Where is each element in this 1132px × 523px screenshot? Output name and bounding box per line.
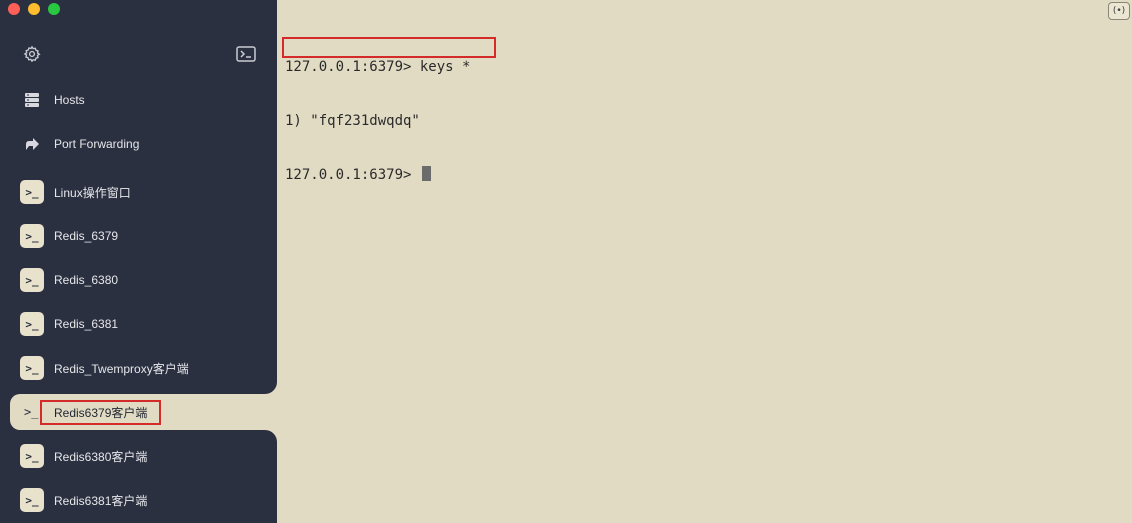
- zoom-window-button[interactable]: [48, 3, 60, 15]
- host-item-redis6381-client[interactable]: >_ Redis6381客户端: [0, 478, 277, 522]
- host-item-linux[interactable]: >_ Linux操作窗口: [0, 170, 277, 214]
- nav-label-hosts: Hosts: [54, 93, 85, 107]
- active-tab-notch-top: [257, 374, 277, 394]
- terminal-prompt-icon: >_: [20, 488, 44, 512]
- window-controls: [8, 3, 60, 15]
- host-label: Redis6381客户端: [54, 493, 148, 508]
- output-highlight-box: [282, 37, 496, 58]
- terminal-line: 127.0.0.1:6379> keys *: [285, 59, 471, 75]
- host-item-redis6380-client[interactable]: >_ Redis6380客户端: [0, 434, 277, 478]
- host-label: Redis_6379: [54, 229, 119, 243]
- terminal-prompt-icon: >_: [24, 405, 39, 419]
- sidebar: Hosts Port Forwarding >_ Linux操作窗口 >_ Re…: [0, 0, 277, 523]
- terminal-pane[interactable]: 127.0.0.1:6379> keys * 1) "fqf231dwqdq" …: [277, 0, 1132, 523]
- host-item-redis-twemproxy[interactable]: >_ Redis_Twemproxy客户端: [0, 346, 277, 390]
- terminal-prompt: 127.0.0.1:6379>: [285, 167, 420, 183]
- broadcast-icon[interactable]: (•): [1108, 2, 1130, 20]
- nav-item-hosts[interactable]: Hosts: [0, 80, 277, 120]
- app-window: Hosts Port Forwarding >_ Linux操作窗口 >_ Re…: [0, 0, 1132, 523]
- terminal-prompt-line: 127.0.0.1:6379>: [285, 166, 470, 184]
- terminal-prompt-icon: >_: [20, 356, 44, 380]
- close-window-button[interactable]: [8, 3, 20, 15]
- host-item-redis6379-client-active[interactable]: >_ Redis6379客户端: [10, 394, 277, 430]
- terminal-prompt-icon: >_: [20, 224, 44, 248]
- host-item-redis-6379[interactable]: >_ Redis_6379: [0, 214, 277, 258]
- terminal-prompt-icon: >_: [20, 312, 44, 336]
- host-label: Redis_Twemproxy客户端: [54, 361, 189, 376]
- active-host-label: Redis6379客户端: [40, 399, 162, 425]
- host-label: Linux操作窗口: [54, 185, 131, 200]
- host-label: Redis6380客户端: [54, 449, 148, 464]
- terminal-prompt-icon: >_: [20, 268, 44, 292]
- host-label: Redis_6380: [54, 273, 119, 287]
- nav-item-port-forwarding[interactable]: Port Forwarding: [0, 124, 277, 164]
- minimize-window-button[interactable]: [28, 3, 40, 15]
- terminal-icon[interactable]: [236, 46, 256, 62]
- terminal-prompt-icon: >_: [20, 444, 44, 468]
- terminal-prompt-icon: >_: [20, 180, 44, 204]
- nav-label-port-forwarding: Port Forwarding: [54, 137, 140, 151]
- terminal-line: 1) "fqf231dwqdq": [285, 113, 420, 129]
- host-label: Redis_6381: [54, 317, 119, 331]
- gear-icon[interactable]: [23, 45, 41, 63]
- host-item-redis-6380[interactable]: >_ Redis_6380: [0, 258, 277, 302]
- terminal-cursor: [421, 166, 431, 181]
- port-forward-icon: [22, 134, 42, 154]
- hosts-grid-icon: [22, 90, 42, 110]
- host-item-redis-6381[interactable]: >_ Redis_6381: [0, 302, 277, 346]
